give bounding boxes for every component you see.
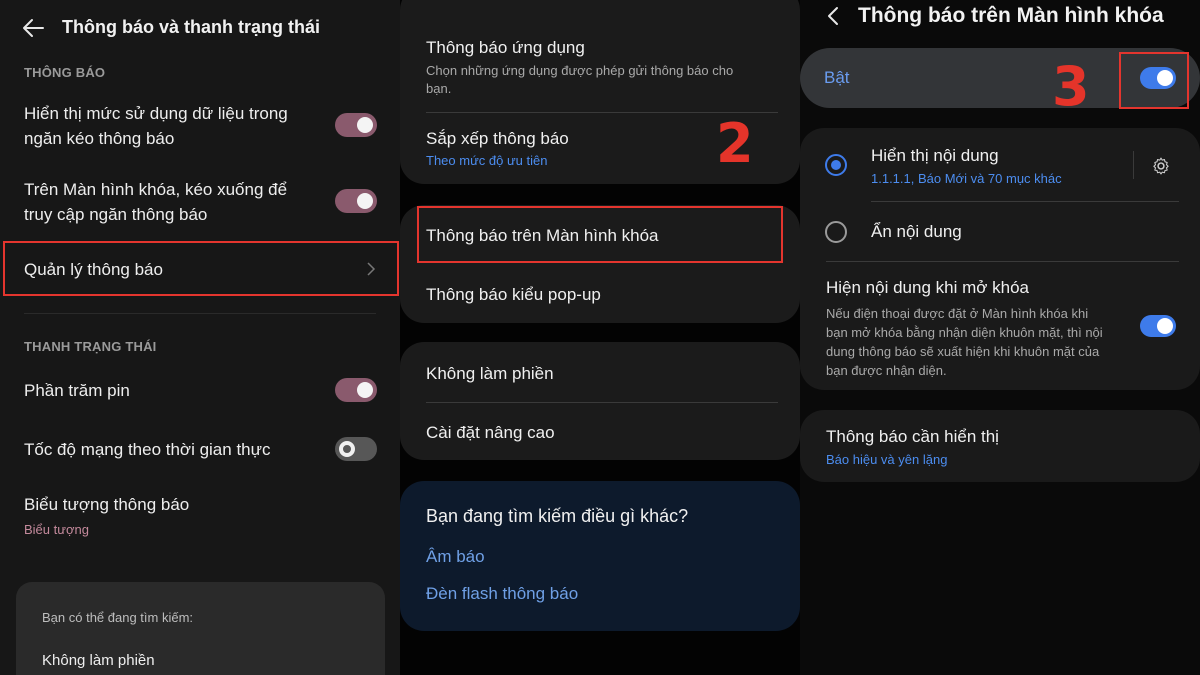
divider xyxy=(426,402,778,403)
app-notifications-desc-line1: Chọn những ứng dụng được phép gửi thông … xyxy=(426,63,734,78)
highlight-box-master-switch xyxy=(1119,52,1189,109)
do-not-disturb-item[interactable]: Không làm phiền xyxy=(426,364,554,384)
notification-icons-label: Biểu tượng thông báo xyxy=(24,495,190,514)
notifications-to-show-value: Báo hiệu và yên lặng xyxy=(826,452,948,467)
hide-content-label: Ẩn nội dung xyxy=(871,222,962,241)
page-title: Thông báo và thanh trạng thái xyxy=(62,17,320,37)
search-suggestion-card: Bạn đang tìm kiếm điều gì khác? Âm báo Đ… xyxy=(400,481,800,631)
show-on-unlock-label: Hiện nội dung khi mở khóa xyxy=(826,278,1029,297)
network-speed-label: Tốc độ mạng theo thời gian thực xyxy=(24,440,271,459)
highlight-box-lockscreen-notifications xyxy=(417,206,783,263)
radio-selected[interactable] xyxy=(825,154,847,176)
divider-vertical xyxy=(1133,151,1134,179)
master-switch-label: Bật xyxy=(824,68,850,87)
show-content-value: 1.1.1.1, Báo Mới và 70 mục khác xyxy=(871,171,1062,186)
sort-notifications-item[interactable]: Sắp xếp thông báo xyxy=(426,129,569,149)
desc-line: bạn được nhận diện. xyxy=(826,363,947,378)
divider xyxy=(24,313,376,314)
battery-percent-toggle[interactable] xyxy=(335,378,377,402)
notification-icons-value: Biểu tượng xyxy=(24,522,89,537)
show-on-unlock-description: Nếu điện thoại được đặt ở Màn hình khóa … xyxy=(826,304,1126,380)
search-suggestion-title: Bạn có thể đang tìm kiếm: xyxy=(42,610,194,625)
battery-percent-label: Phần trăm pin xyxy=(24,381,130,400)
section-header-status-bar: THANH TRẠNG THÁI xyxy=(24,339,157,354)
divider xyxy=(826,261,1179,262)
section-header-notifications: THÔNG BÁO xyxy=(24,65,106,80)
notifications-to-show-label: Thông báo cần hiển thị xyxy=(826,427,999,446)
page-title: Thông báo trên Màn hình khóa xyxy=(858,4,1164,27)
notification-status-bar-screen: Thông báo và thanh trạng thái THÔNG BÁO … xyxy=(0,0,400,675)
flash-notification-link[interactable]: Đèn flash thông báo xyxy=(426,584,578,604)
looking-for-heading: Bạn đang tìm kiếm điều gì khác? xyxy=(426,506,689,526)
lockscreen-pulldown-toggle[interactable] xyxy=(335,189,377,213)
back-chevron-icon[interactable] xyxy=(826,6,840,26)
network-speed-toggle[interactable] xyxy=(335,437,377,461)
sound-link[interactable]: Âm báo xyxy=(426,547,485,567)
gear-icon[interactable] xyxy=(1150,155,1172,177)
step-number-2: 2 xyxy=(716,112,754,175)
desc-line: bạn mở khóa bằng nhận diện khuôn mặt, th… xyxy=(826,325,1103,340)
lockscreen-notifications-screen: Thông báo trên Màn hình khóa Bật 3 Hiển … xyxy=(800,0,1200,675)
data-usage-label-line2: ngăn kéo thông báo xyxy=(24,129,175,148)
lockscreen-pulldown-label-line2: truy cập ngăn thông báo xyxy=(24,205,208,224)
desc-line: Nếu điện thoại được đặt ở Màn hình khóa … xyxy=(826,306,1089,321)
app-notifications-desc-line2: bạn. xyxy=(426,81,452,96)
desc-line: dung thông báo sẽ xuất hiện khi khuôn mặ… xyxy=(826,344,1100,359)
app-notifications-item[interactable]: Thông báo ứng dụng xyxy=(426,38,585,58)
highlight-box-manage-notifications xyxy=(3,241,399,296)
back-arrow-icon[interactable] xyxy=(22,18,44,38)
lockscreen-pulldown-label-line1: Trên Màn hình khóa, kéo xuống để xyxy=(24,180,288,199)
divider xyxy=(871,201,1179,202)
show-on-unlock-toggle[interactable] xyxy=(1140,315,1176,337)
show-content-label: Hiển thị nội dung xyxy=(871,146,999,165)
popup-notifications-item[interactable]: Thông báo kiểu pop-up xyxy=(426,285,601,305)
radio-unselected[interactable] xyxy=(825,221,847,243)
search-suggestion-item[interactable]: Không làm phiền xyxy=(42,652,155,669)
card-dnd-advanced: Không làm phiền Cài đặt nâng cao xyxy=(400,342,800,460)
sort-notifications-value: Theo mức độ ưu tiên xyxy=(426,153,548,168)
data-usage-toggle[interactable] xyxy=(335,113,377,137)
notifications-screen: Thông báo ứng dụng Chọn những ứng dụng đ… xyxy=(400,0,800,675)
advanced-settings-item[interactable]: Cài đặt nâng cao xyxy=(426,423,555,443)
step-number-3: 3 xyxy=(1052,55,1090,118)
data-usage-label-line1: Hiển thị mức sử dụng dữ liệu trong xyxy=(24,104,288,123)
